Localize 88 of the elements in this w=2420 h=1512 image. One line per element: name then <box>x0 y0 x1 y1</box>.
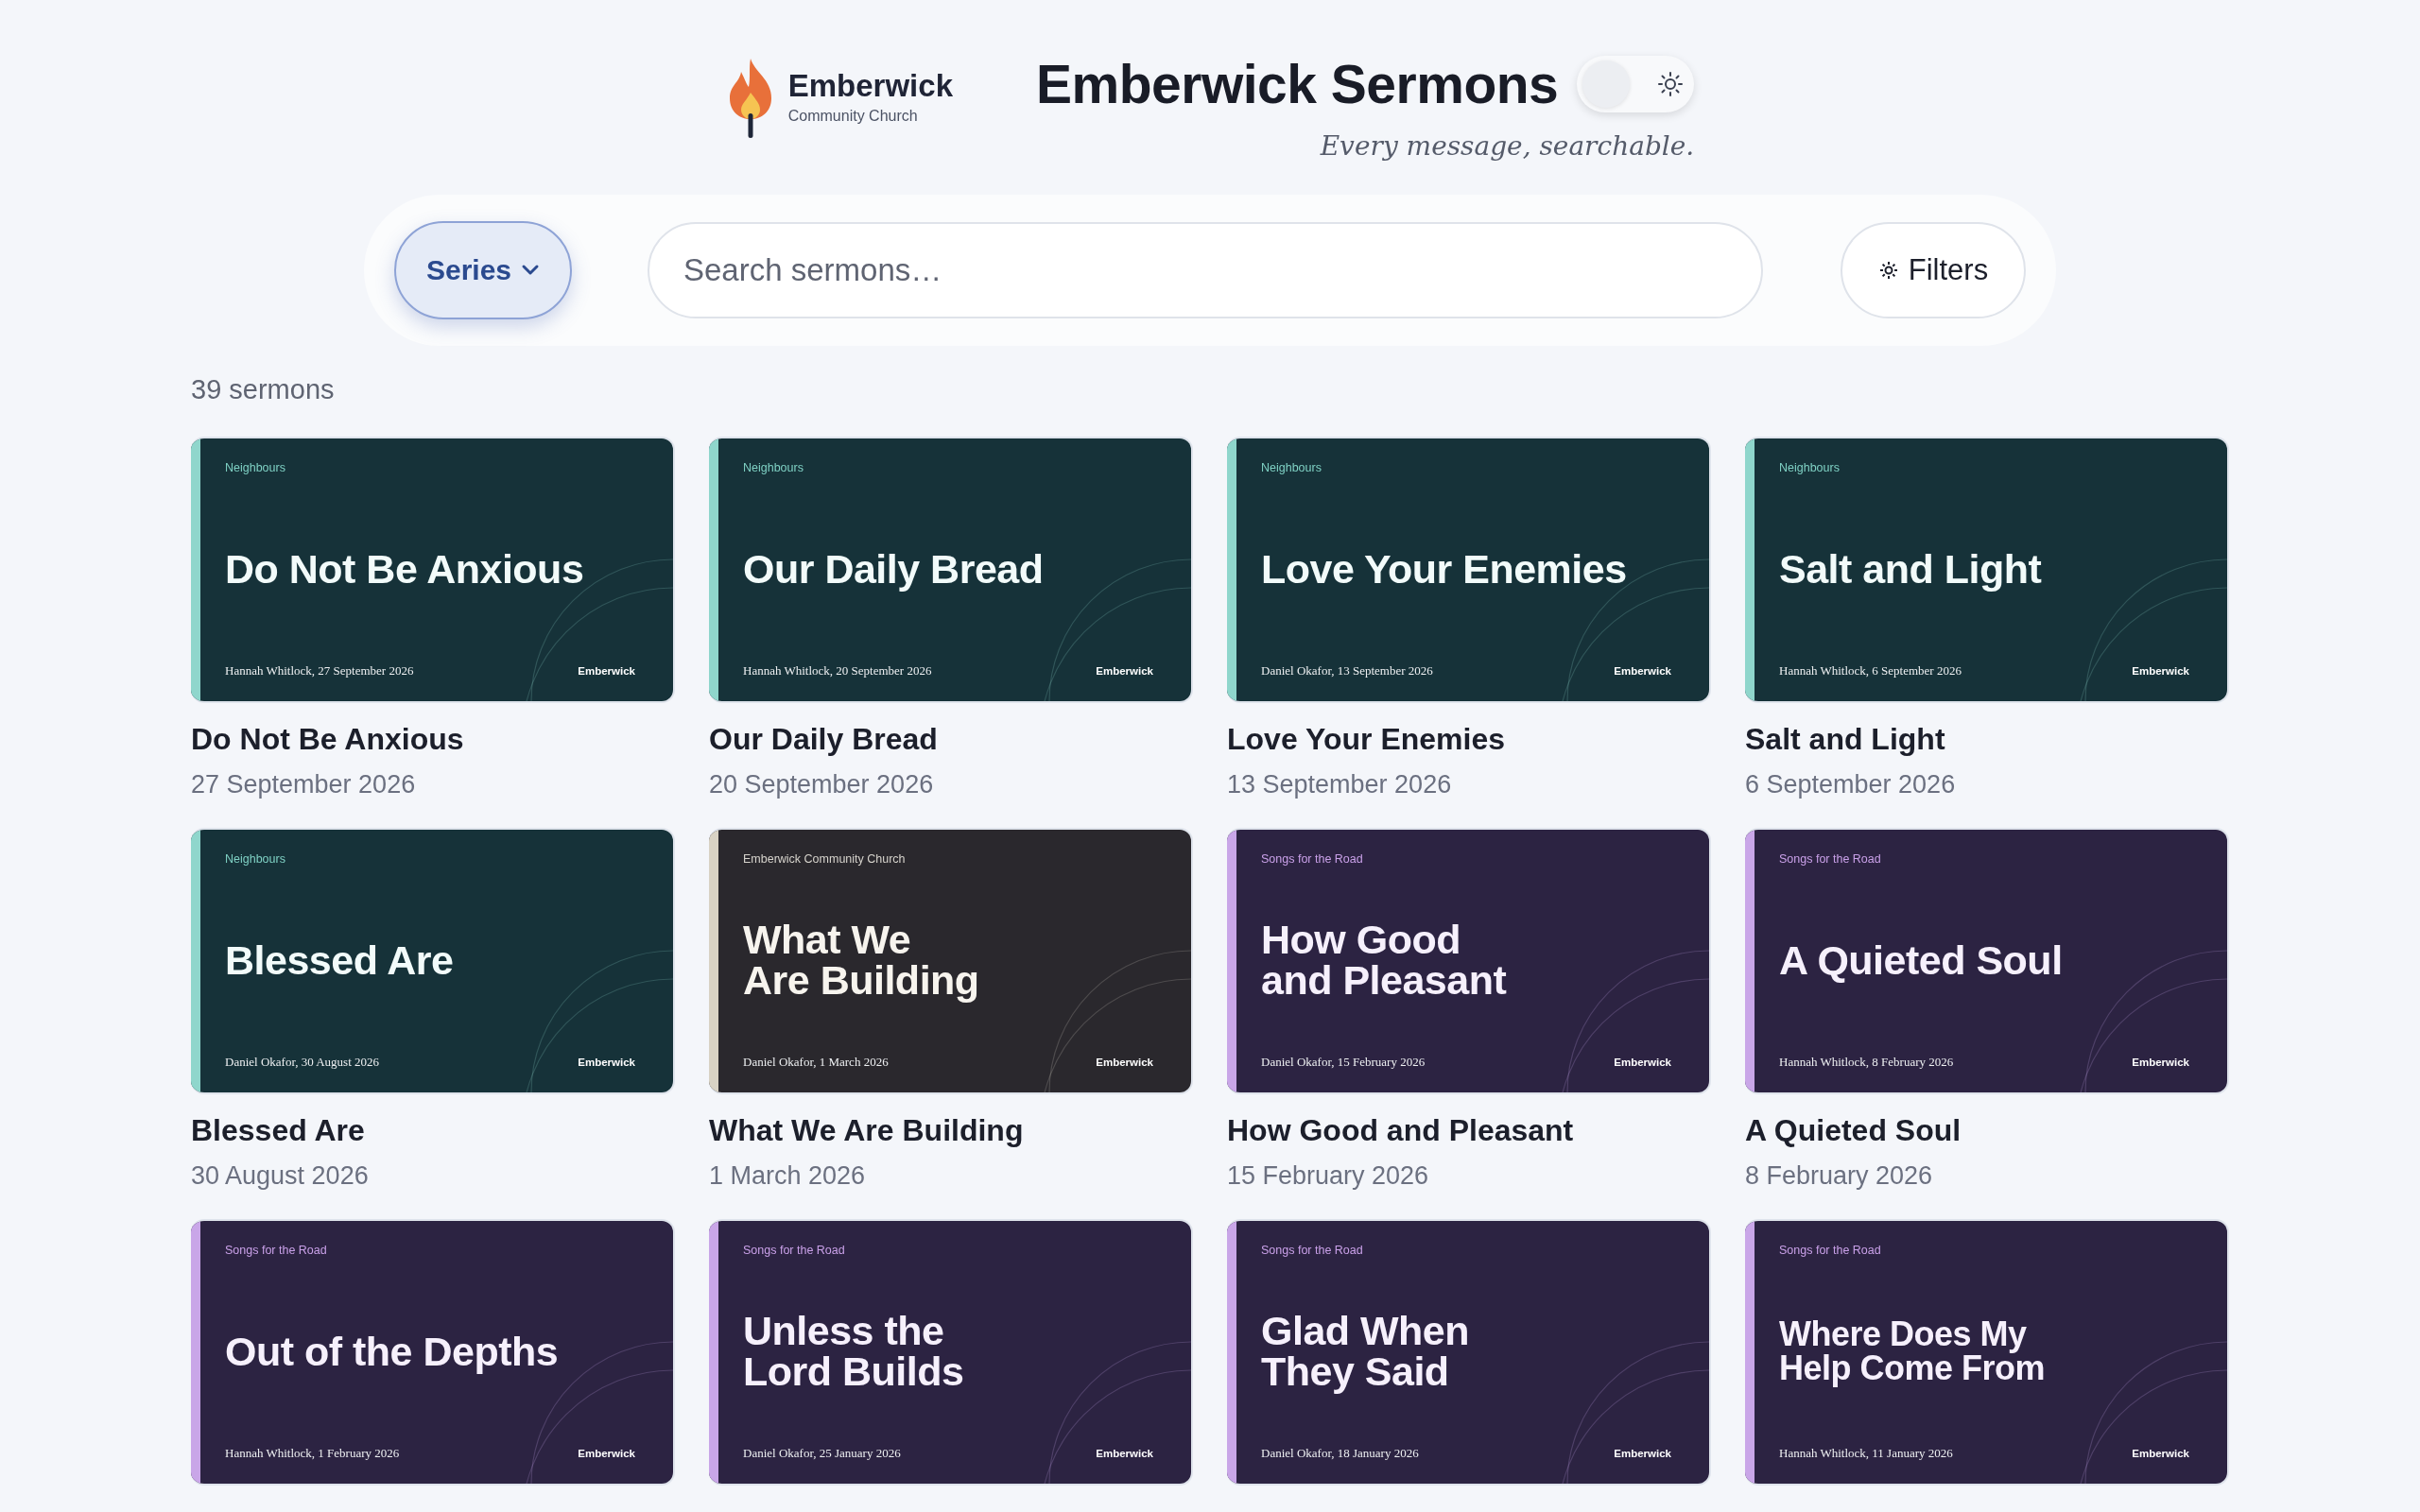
logo-subtitle: Community Church <box>787 108 919 125</box>
sermon-cover[interactable]: Neighbours Do Not Be Anxious Hannah Whitlock, 27 September 2026 Emberwick <box>191 437 675 703</box>
sermon-title[interactable]: Our Daily Bread <box>709 722 938 757</box>
cover-brand: Emberwick <box>1614 1057 1671 1068</box>
series-label: Songs for the Road <box>1261 852 1363 866</box>
series-label: Neighbours <box>225 852 285 866</box>
cover-byline: Hannah Whitlock, 11 January 2026 <box>1779 1446 1953 1461</box>
cover-title: How Good and Pleasant <box>1261 919 1507 1001</box>
sermon-title[interactable]: Salt and Light <box>1745 722 1945 757</box>
cover-byline: Hannah Whitlock, 27 September 2026 <box>225 663 414 679</box>
sermon-title[interactable]: How Good and Pleasant <box>1227 1113 1574 1148</box>
sun-icon <box>1658 72 1684 96</box>
sermon-cover[interactable]: Neighbours Blessed Are Daniel Okafor, 30 August 2026 Emberwick <box>191 828 675 1094</box>
sermon-title[interactable]: A Quieted Soul <box>1745 1113 1962 1148</box>
filters-button[interactable]: Filters <box>1841 222 2026 318</box>
cover-title: Salt and Light <box>1779 548 2042 590</box>
cover-brand: Emberwick <box>1614 1448 1671 1459</box>
cover-byline: Hannah Whitlock, 1 February 2026 <box>225 1446 400 1461</box>
sermon-count: 39 sermons <box>191 373 335 406</box>
cover-brand: Emberwick <box>2132 1057 2189 1068</box>
sermon-date: 13 September 2026 <box>1227 770 1452 799</box>
series-label: Neighbours <box>225 461 285 474</box>
cover-title: Where Does My Help Come From <box>1779 1317 2046 1385</box>
tagline: Every message, searchable. <box>1320 130 1695 162</box>
series-dropdown[interactable]: Series <box>394 221 572 319</box>
cover-brand: Emberwick <box>578 665 635 677</box>
cover-byline: Daniel Okafor, 1 March 2026 <box>743 1055 889 1070</box>
cover-byline: Hannah Whitlock, 20 September 2026 <box>743 663 932 679</box>
series-label: Songs for the Road <box>1779 1244 1881 1257</box>
search-field[interactable]: Search sermons… <box>648 222 1763 318</box>
cover-byline: Daniel Okafor, 30 August 2026 <box>225 1055 380 1070</box>
series-label: Neighbours <box>743 461 804 474</box>
sermon-date: 1 March 2026 <box>709 1161 866 1191</box>
sermon-title[interactable]: What We Are Building <box>709 1113 1024 1148</box>
sermon-date: 27 September 2026 <box>191 770 416 799</box>
sermon-cover[interactable]: Songs for the Road Where Does My Help Come From Hannah Whitlock, 11 January 2026 Emberwick <box>1745 1219 2229 1486</box>
sermon-date: 30 August 2026 <box>191 1161 369 1191</box>
cover-brand: Emberwick <box>2132 1448 2189 1459</box>
series-label: Songs for the Road <box>743 1244 845 1257</box>
series-label: Neighbours <box>1261 461 1322 474</box>
cover-title: Glad When They Said <box>1261 1311 1470 1392</box>
cover-byline: Daniel Okafor, 25 January 2026 <box>743 1446 901 1461</box>
series-label: Songs for the Road <box>1779 852 1881 866</box>
sermon-date: 15 February 2026 <box>1227 1161 1429 1191</box>
page-title: Emberwick Sermons <box>1036 53 1559 115</box>
cover-title: What We Are Building <box>743 919 979 1001</box>
cover-byline: Daniel Okafor, 18 January 2026 <box>1261 1446 1419 1461</box>
sermon-cover[interactable]: Songs for the Road Out of the Depths Hannah Whitlock, 1 February 2026 Emberwick <box>191 1219 675 1486</box>
series-label: Songs for the Road <box>225 1244 327 1257</box>
cover-title: Do Not Be Anxious <box>225 548 584 590</box>
sermon-title[interactable]: Love Your Enemies <box>1227 722 1506 757</box>
sermon-cover[interactable]: Songs for the Road A Quieted Soul Hannah Whitlock, 8 February 2026 Emberwick <box>1745 828 2229 1094</box>
cover-title: A Quieted Soul <box>1779 939 2063 981</box>
cover-title: Blessed Are <box>225 939 454 981</box>
cover-byline: Daniel Okafor, 15 February 2026 <box>1261 1055 1426 1070</box>
series-label: Neighbours <box>1779 461 1840 474</box>
cover-brand: Emberwick <box>578 1057 635 1068</box>
cover-brand: Emberwick <box>1096 665 1153 677</box>
cover-brand: Emberwick <box>1096 1057 1153 1068</box>
sermon-cover[interactable]: Songs for the Road Glad When They Said Daniel Okafor, 18 January 2026 Emberwick <box>1227 1219 1711 1486</box>
theme-toggle[interactable] <box>1577 56 1695 112</box>
chevron-down-icon <box>521 264 541 277</box>
sermon-title[interactable]: Do Not Be Anxious <box>191 722 464 757</box>
sermon-date: 8 February 2026 <box>1745 1161 1933 1191</box>
sermon-cover[interactable]: Neighbours Love Your Enemies Daniel Okafor, 13 September 2026 Emberwick <box>1227 437 1711 703</box>
cover-title: Out of the Depths <box>225 1331 559 1372</box>
sermon-cover[interactable]: Songs for the Road Unless the Lord Builds Daniel Okafor, 25 January 2026 Emberwick <box>709 1219 1193 1486</box>
cover-brand: Emberwick <box>1096 1448 1153 1459</box>
cover-title: Love Your Enemies <box>1261 548 1627 590</box>
sermon-date: 6 September 2026 <box>1745 770 1956 799</box>
sermon-cover[interactable]: Songs for the Road How Good and Pleasant Daniel Okafor, 15 February 2026 Emberwick <box>1227 828 1711 1094</box>
sermon-cover[interactable]: Neighbours Our Daily Bread Hannah Whitlock, 20 September 2026 Emberwick <box>709 437 1193 703</box>
sermon-date: 20 September 2026 <box>709 770 934 799</box>
cover-brand: Emberwick <box>1614 665 1671 677</box>
series-label: Songs for the Road <box>1261 1244 1363 1257</box>
cover-byline: Hannah Whitlock, 6 September 2026 <box>1779 663 1962 679</box>
settings-icon <box>1877 260 1899 281</box>
series-label: Emberwick Community Church <box>743 852 906 866</box>
sermon-cover[interactable]: Emberwick Community Church What We Are Building Daniel Okafor, 1 March 2026 Emberwick <box>709 828 1193 1094</box>
sermon-cover[interactable]: Neighbours Salt and Light Hannah Whitlock, 6 September 2026 Emberwick <box>1745 437 2229 703</box>
cover-title: Our Daily Bread <box>743 548 1044 590</box>
cover-brand: Emberwick <box>2132 665 2189 677</box>
logo-name: Emberwick <box>787 68 953 104</box>
cover-brand: Emberwick <box>578 1448 635 1459</box>
sermon-title[interactable]: Blessed Are <box>191 1113 365 1148</box>
cover-byline: Daniel Okafor, 13 September 2026 <box>1261 663 1433 679</box>
cover-byline: Hannah Whitlock, 8 February 2026 <box>1779 1055 1954 1070</box>
cover-title: Unless the Lord Builds <box>743 1311 964 1392</box>
